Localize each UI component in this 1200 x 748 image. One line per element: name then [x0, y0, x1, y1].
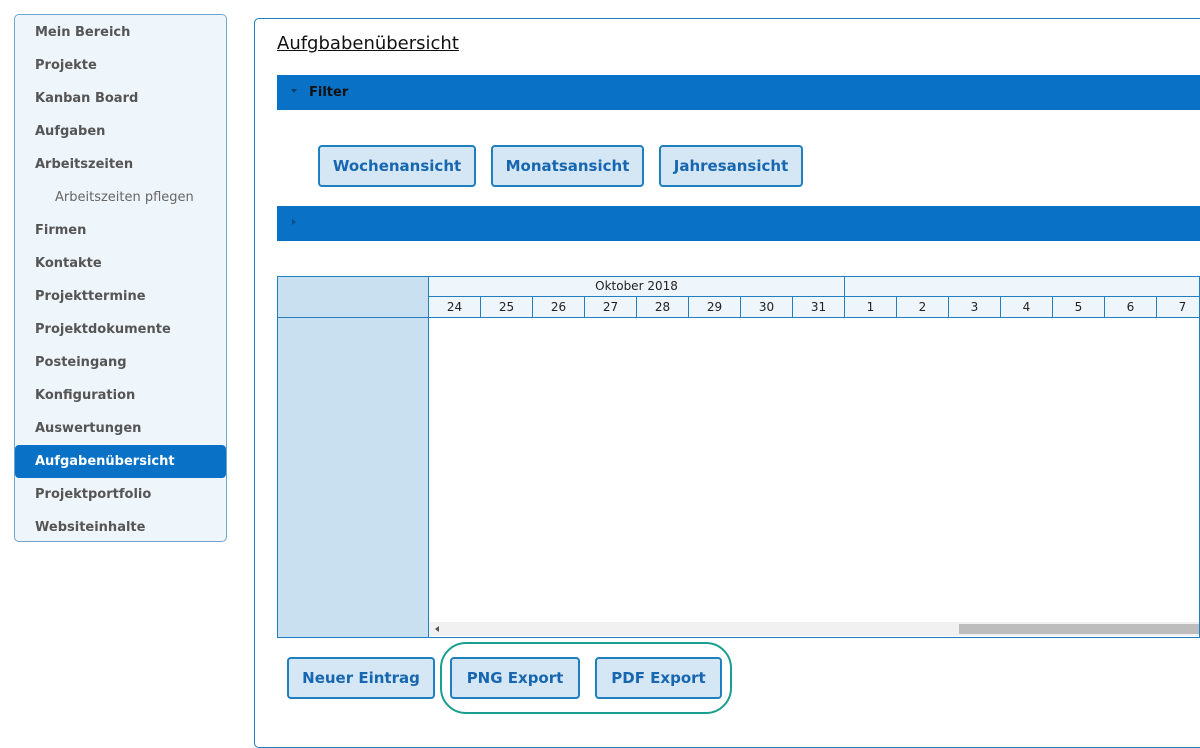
- sidebar-item-aufgaben[interactable]: Aufgaben: [15, 115, 226, 148]
- gantt-day-header: 29: [689, 297, 741, 317]
- gantt-horizontal-scrollbar[interactable]: [429, 622, 1199, 636]
- sidebar-item-mein-bereich[interactable]: Mein Bereich: [15, 16, 226, 49]
- scrollbar-thumb[interactable]: [959, 624, 1199, 634]
- gantt-header-divider: [278, 317, 1199, 318]
- gantt-task-column: [278, 277, 429, 637]
- sidebar-item-kanban-board[interactable]: Kanban Board: [15, 82, 226, 115]
- gantt-day-header: 26: [533, 297, 585, 317]
- gantt-day-header: 3: [949, 297, 1001, 317]
- gantt-day-header: 6: [1105, 297, 1157, 317]
- page-title: Aufgbabenübersicht: [277, 33, 459, 54]
- sidebar-subitem-arbeitszeiten-pflegen[interactable]: Arbeitszeiten pflegen: [15, 181, 226, 214]
- gantt-day-header: 4: [1001, 297, 1053, 317]
- gantt-month-header-next: [845, 277, 1199, 297]
- gantt-chart: Oktober 2018 24 25 26 27 28 29 30 31 1 2…: [277, 276, 1200, 638]
- gantt-day-header: 2: [897, 297, 949, 317]
- year-view-button[interactable]: Jahresansicht: [659, 145, 803, 187]
- caret-down-icon: [291, 89, 297, 93]
- sidebar-item-auswertungen[interactable]: Auswertungen: [15, 412, 226, 445]
- filter-section-label: Filter: [309, 85, 349, 100]
- collapsed-section-header[interactable]: [277, 206, 1200, 241]
- sidebar-item-posteingang[interactable]: Posteingang: [15, 346, 226, 379]
- sidebar-nav: Mein Bereich Projekte Kanban Board Aufga…: [14, 14, 227, 542]
- caret-right-icon: [292, 219, 296, 225]
- gantt-day-header: 28: [637, 297, 689, 317]
- filter-section-header[interactable]: Filter: [277, 75, 1200, 110]
- sidebar-item-aufgabenuebersicht[interactable]: Aufgabenübersicht: [15, 445, 226, 478]
- gantt-day-header: 24: [429, 297, 481, 317]
- sidebar-item-projektdokumente[interactable]: Projektdokumente: [15, 313, 226, 346]
- sidebar-item-konfiguration[interactable]: Konfiguration: [15, 379, 226, 412]
- gantt-day-header: 30: [741, 297, 793, 317]
- gantt-day-header: 27: [585, 297, 637, 317]
- month-view-button[interactable]: Monatsansicht: [491, 145, 644, 187]
- sidebar-item-arbeitszeiten[interactable]: Arbeitszeiten: [15, 148, 226, 181]
- sidebar-item-kontakte[interactable]: Kontakte: [15, 247, 226, 280]
- week-view-button[interactable]: Wochenansicht: [318, 145, 476, 187]
- gantt-day-header: 31: [793, 297, 845, 317]
- pdf-export-button[interactable]: PDF Export: [595, 657, 722, 699]
- scroll-left-arrow-icon[interactable]: [435, 626, 439, 632]
- sidebar-item-websiteinhalte[interactable]: Websiteinhalte: [15, 511, 226, 541]
- png-export-button[interactable]: PNG Export: [450, 657, 580, 699]
- gantt-day-header: 7: [1157, 297, 1199, 317]
- gantt-month-header: Oktober 2018: [429, 277, 845, 297]
- new-entry-button[interactable]: Neuer Eintrag: [287, 657, 435, 699]
- gantt-day-header: 25: [481, 297, 533, 317]
- sidebar-item-projekte[interactable]: Projekte: [15, 49, 226, 82]
- gantt-day-header: 5: [1053, 297, 1105, 317]
- sidebar-item-projekttermine[interactable]: Projekttermine: [15, 280, 226, 313]
- sidebar-item-firmen[interactable]: Firmen: [15, 214, 226, 247]
- gantt-day-header: 1: [845, 297, 897, 317]
- sidebar-item-projektportfolio[interactable]: Projektportfolio: [15, 478, 226, 511]
